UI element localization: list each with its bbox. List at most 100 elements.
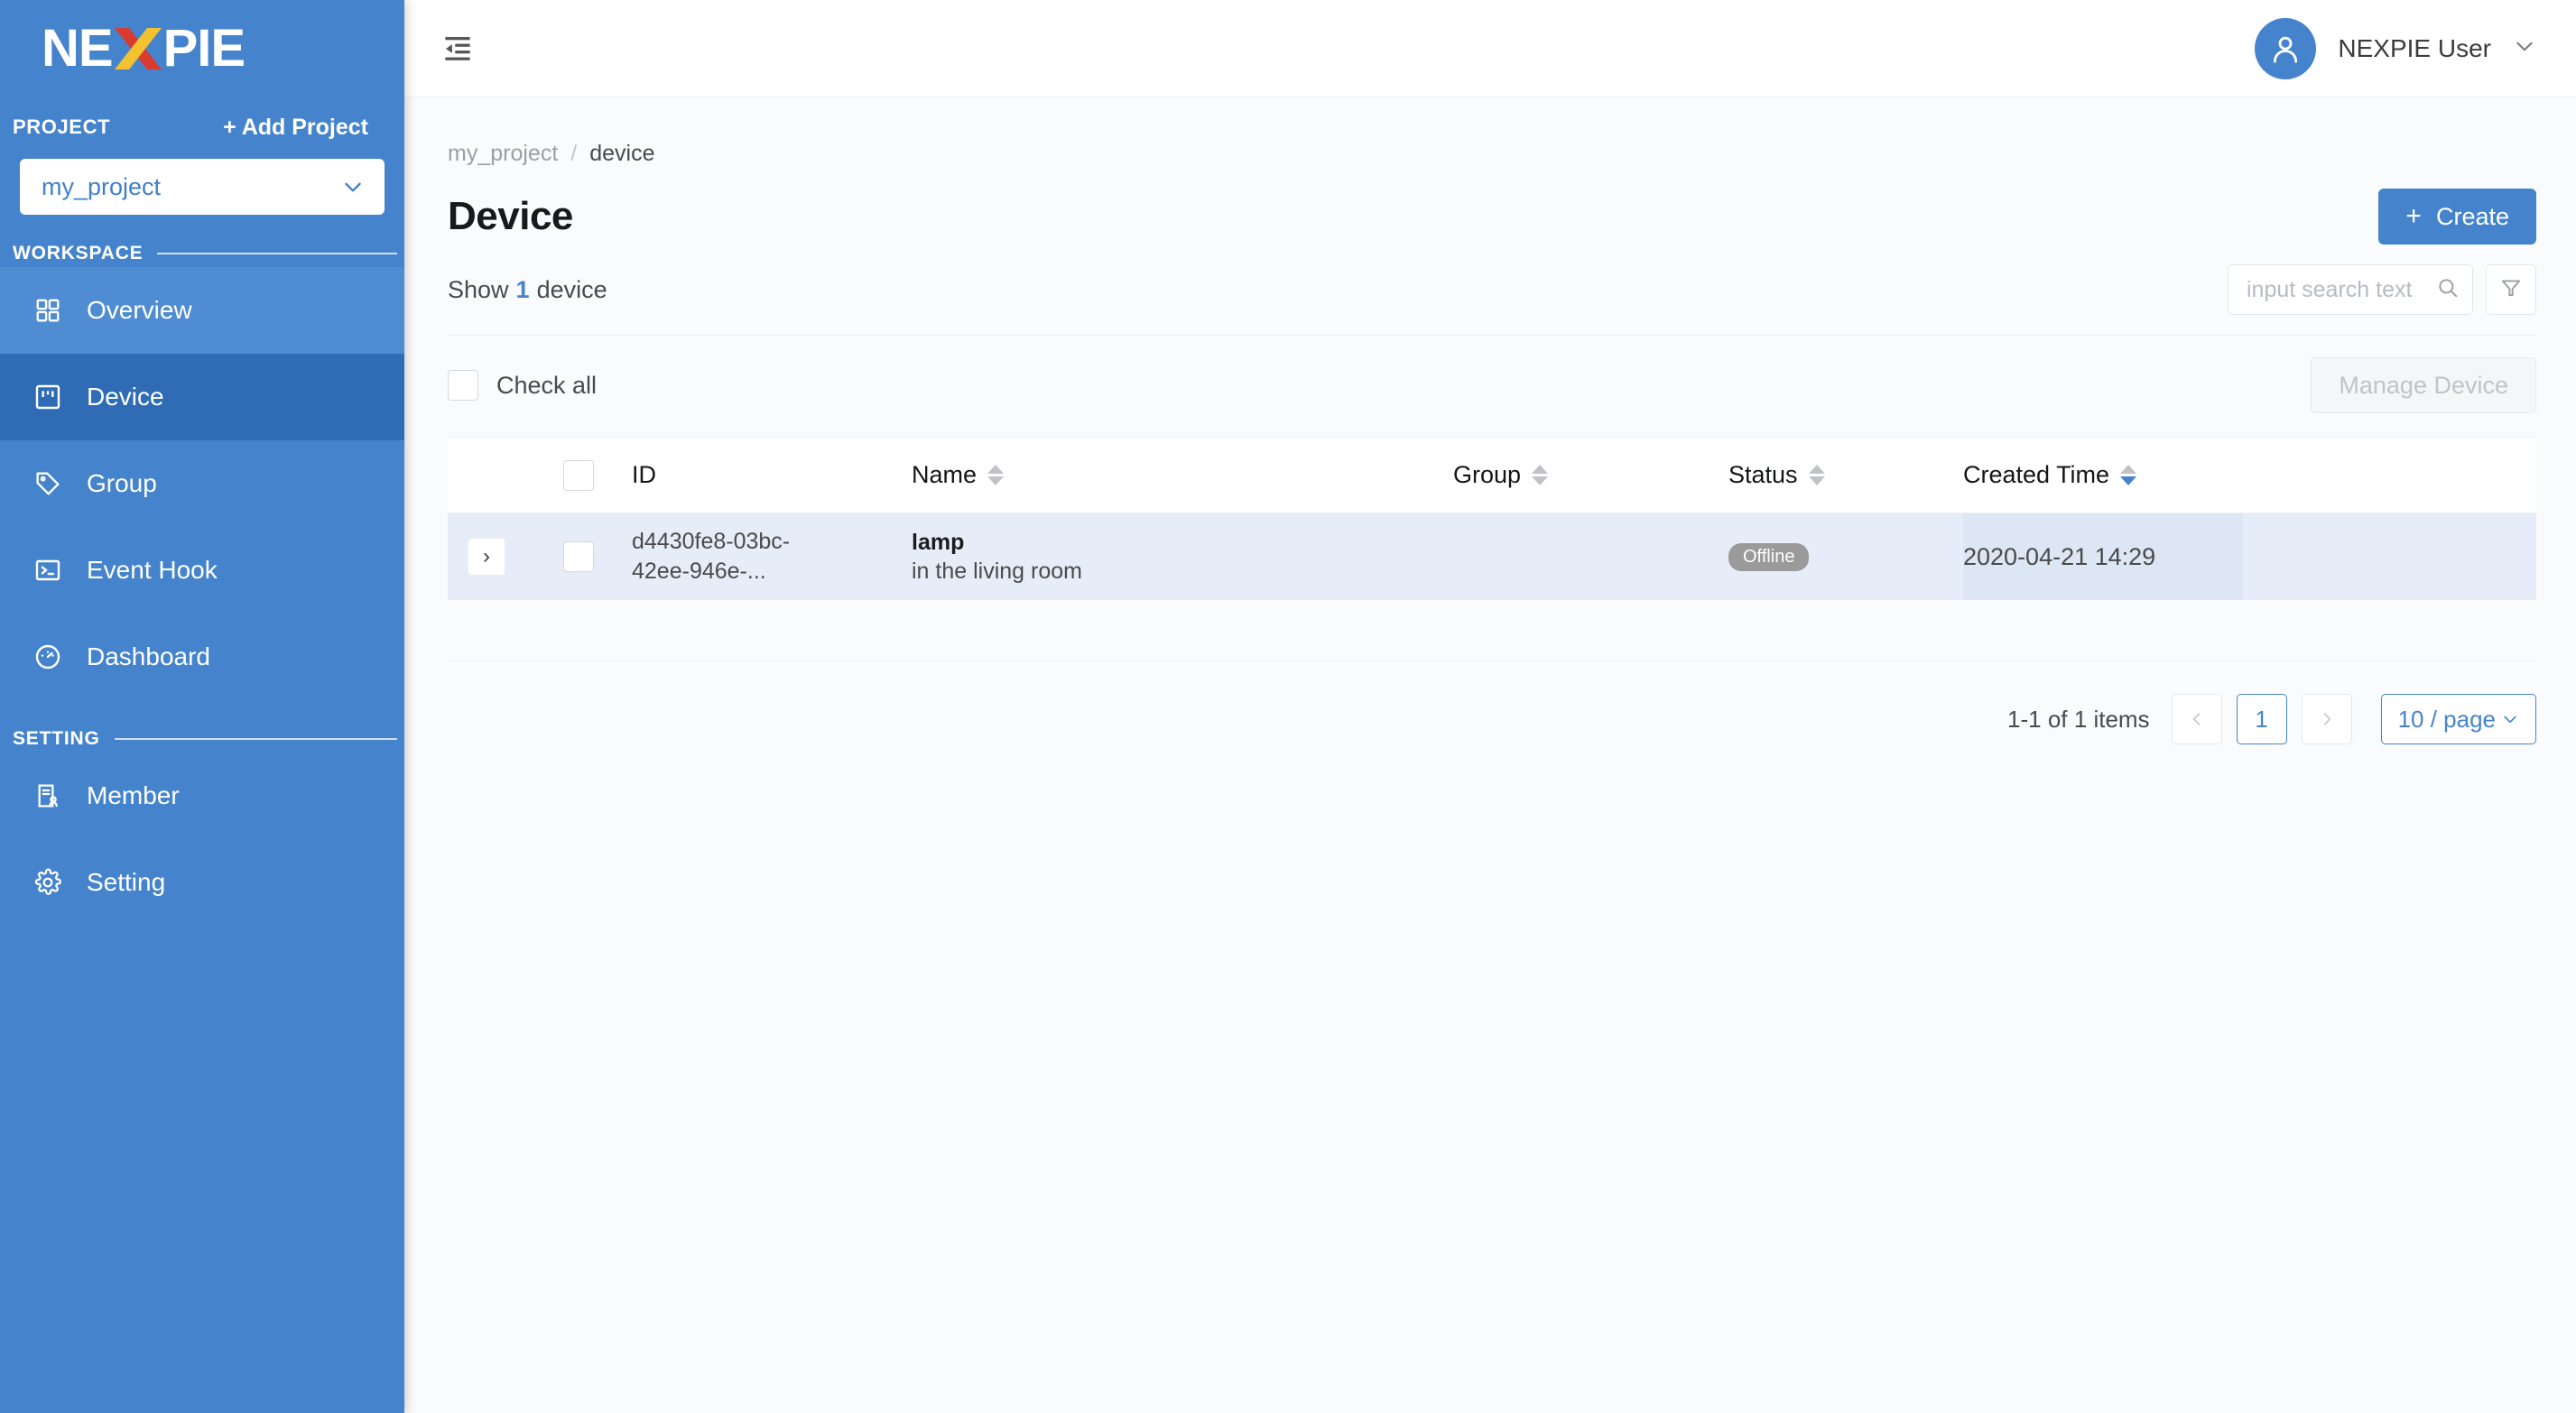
sidebar-item-overview[interactable]: Overview xyxy=(0,267,404,354)
sidebar-item-label: Setting xyxy=(87,868,166,896)
column-header-label: Name xyxy=(912,461,978,488)
chevron-left-icon xyxy=(2192,713,2200,725)
project-select[interactable]: my_project xyxy=(20,159,385,215)
cell-created-time: 2020-04-21 14:29 xyxy=(1963,513,2243,600)
device-icon xyxy=(32,382,63,412)
user-name: NEXPIE User xyxy=(2338,33,2491,62)
sort-icon[interactable] xyxy=(1808,465,1825,485)
chevron-down-icon xyxy=(2513,34,2536,62)
page-title: Device xyxy=(448,194,573,238)
sidebar-item-setting[interactable]: Setting xyxy=(0,839,404,926)
cell-name: lamp in the living room xyxy=(912,528,1453,586)
chevron-down-icon xyxy=(2504,716,2516,724)
sidebar-item-label: Overview xyxy=(87,296,192,324)
check-all-control[interactable]: Check all xyxy=(448,370,597,401)
column-header-name[interactable]: Name xyxy=(912,461,1453,489)
breadcrumb-project[interactable]: my_project xyxy=(448,141,558,167)
column-header-group[interactable]: Group xyxy=(1453,461,1728,489)
section-divider xyxy=(114,738,397,740)
sort-icon[interactable] xyxy=(2120,465,2137,485)
create-button[interactable]: + Create xyxy=(2378,189,2536,245)
expand-cell: › xyxy=(448,538,525,576)
cell-id-line2: 42ee-946e-... xyxy=(632,559,766,584)
page-size-value: 10 / page xyxy=(2397,705,2496,733)
column-header-status[interactable]: Status xyxy=(1728,461,1963,489)
column-header-created-time[interactable]: Created Time xyxy=(1963,461,2243,489)
sidebar-item-label: Group xyxy=(87,469,157,497)
table-select-all-checkbox[interactable] xyxy=(563,459,594,491)
show-suffix: device xyxy=(536,275,607,303)
table-footer-spacer xyxy=(448,600,2536,661)
project-header: PROJECT + Add Project xyxy=(0,106,404,148)
row-checkbox[interactable] xyxy=(563,541,594,572)
logo-text-first: NE xyxy=(42,19,114,78)
device-description: in the living room xyxy=(912,559,1082,584)
top-bar: NEXPIE User xyxy=(404,0,2576,97)
show-prefix: Show xyxy=(448,275,509,303)
show-count-row: Show 1 device xyxy=(448,264,2536,336)
user-menu[interactable]: NEXPIE User xyxy=(2255,17,2536,79)
search-group xyxy=(2228,264,2536,315)
select-all-header-cell xyxy=(525,459,632,491)
sort-icon[interactable] xyxy=(987,465,1005,485)
brand-logo[interactable]: NE PIE xyxy=(0,0,404,97)
column-header-id: ID xyxy=(632,461,912,489)
breadcrumb-separator: / xyxy=(570,141,578,166)
menu-fold-icon[interactable] xyxy=(437,28,478,69)
setting-section-header: SETTING xyxy=(0,725,404,753)
sidebar-item-member[interactable]: Member xyxy=(0,753,404,839)
search-input[interactable] xyxy=(2247,276,2436,303)
sidebar-item-device[interactable]: Device xyxy=(0,354,404,440)
logo-x-icon xyxy=(113,23,163,75)
member-icon xyxy=(32,780,63,811)
chevron-down-icon xyxy=(341,175,365,199)
status-badge: Offline xyxy=(1728,542,1810,571)
sidebar-item-dashboard[interactable]: Dashboard xyxy=(0,614,404,700)
check-all-label: Check all xyxy=(496,371,598,399)
sidebar-item-label: Event Hook xyxy=(87,556,218,584)
sidebar-item-group[interactable]: Group xyxy=(0,440,404,527)
cell-status: Offline xyxy=(1728,542,1963,571)
filter-button[interactable] xyxy=(2486,264,2536,315)
sidebar-item-event-hook[interactable]: Event Hook xyxy=(0,527,404,614)
search-icon[interactable] xyxy=(2436,276,2460,304)
project-label: PROJECT xyxy=(13,115,111,138)
avatar xyxy=(2255,17,2317,79)
chevron-right-icon xyxy=(2323,713,2330,725)
cell-id-line1: d4430fe8-03bc- xyxy=(632,529,791,554)
chevron-right-icon[interactable]: › xyxy=(468,538,505,576)
pagination: 1-1 of 1 items 1 10 / page xyxy=(448,694,2536,744)
row-select-cell xyxy=(525,541,632,572)
cell-id: d4430fe8-03bc- 42ee-946e-... xyxy=(632,527,912,586)
column-header-label: Status xyxy=(1728,461,1798,488)
pagination-summary: 1-1 of 1 items xyxy=(2007,705,2150,733)
logo-text-last: PIE xyxy=(162,19,246,78)
section-divider xyxy=(157,253,397,254)
page-size-select[interactable]: 10 / page xyxy=(2380,694,2536,744)
search-box[interactable] xyxy=(2228,264,2473,315)
add-project-button[interactable]: + Add Project xyxy=(223,115,368,141)
table-row[interactable]: › d4430fe8-03bc- 42ee-946e-... lamp in t… xyxy=(448,513,2536,600)
breadcrumb-current: device xyxy=(589,141,655,166)
main-area: NEXPIE User my_project / device Device +… xyxy=(404,0,2576,1413)
pagination-page-1[interactable]: 1 xyxy=(2236,694,2287,744)
pagination-next-button[interactable] xyxy=(2301,694,2352,744)
device-count-text: Show 1 device xyxy=(448,276,607,304)
filter-icon xyxy=(2499,276,2523,304)
content-area: my_project / device Device + Create Show… xyxy=(404,97,2576,1413)
tag-icon xyxy=(32,468,63,499)
app-root: NE PIE PROJECT + Add Project my_project xyxy=(0,0,2576,1413)
workspace-label: WORKSPACE xyxy=(13,243,144,263)
grid-icon xyxy=(32,295,63,326)
device-name: lamp xyxy=(912,529,965,555)
column-header-label: ID xyxy=(632,461,656,488)
sort-icon[interactable] xyxy=(1532,465,1549,485)
workspace-section-header: WORKSPACE xyxy=(0,240,404,267)
check-all-checkbox[interactable] xyxy=(448,370,478,401)
sidebar-item-label: Member xyxy=(87,781,180,809)
pagination-prev-button[interactable] xyxy=(2171,694,2222,744)
manage-device-button[interactable]: Manage Device xyxy=(2311,357,2536,413)
column-header-label: Created Time xyxy=(1963,461,2110,488)
project-select-value: my_project xyxy=(42,172,162,200)
gear-icon xyxy=(32,867,63,898)
